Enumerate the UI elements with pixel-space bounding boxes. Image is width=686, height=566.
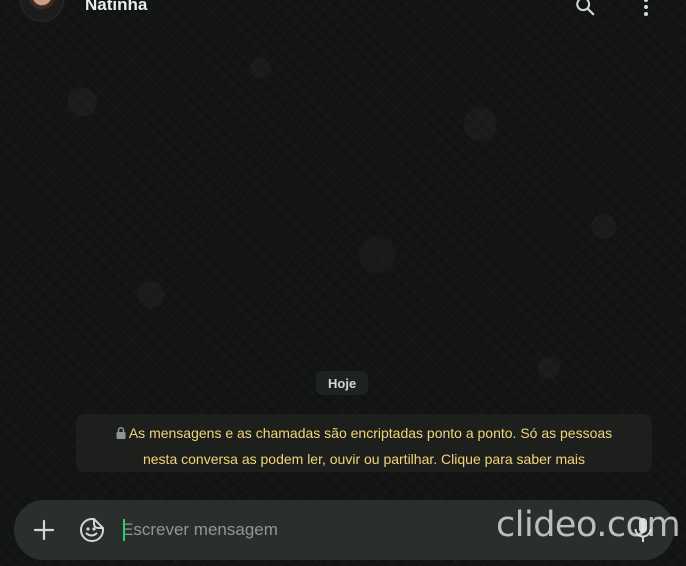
sticker-icon[interactable] — [78, 516, 106, 544]
more-vertical-icon[interactable] — [634, 0, 658, 18]
plus-icon[interactable] — [30, 516, 58, 544]
encryption-notice-line1: As mensagens e as chamadas são encriptad… — [94, 421, 634, 447]
lock-icon — [116, 422, 126, 447]
text-caret — [123, 519, 125, 541]
chat-window: Natinha Hoje As mensagens e as chamadas … — [0, 0, 686, 566]
watermark: clideo.com — [496, 505, 681, 545]
search-icon[interactable] — [573, 0, 597, 18]
encryption-notice-text-1: As mensagens e as chamadas são encriptad… — [128, 425, 613, 441]
message-input[interactable] — [122, 514, 522, 546]
chat-header: Natinha — [0, 0, 686, 22]
contact-name[interactable]: Natinha — [85, 0, 147, 15]
date-separator: Hoje — [316, 371, 369, 395]
avatar[interactable] — [20, 0, 64, 22]
encryption-notice[interactable]: As mensagens e as chamadas são encriptad… — [76, 414, 652, 472]
encryption-notice-text-2: nesta conversa as podem ler, ouvir ou pa… — [142, 451, 585, 467]
